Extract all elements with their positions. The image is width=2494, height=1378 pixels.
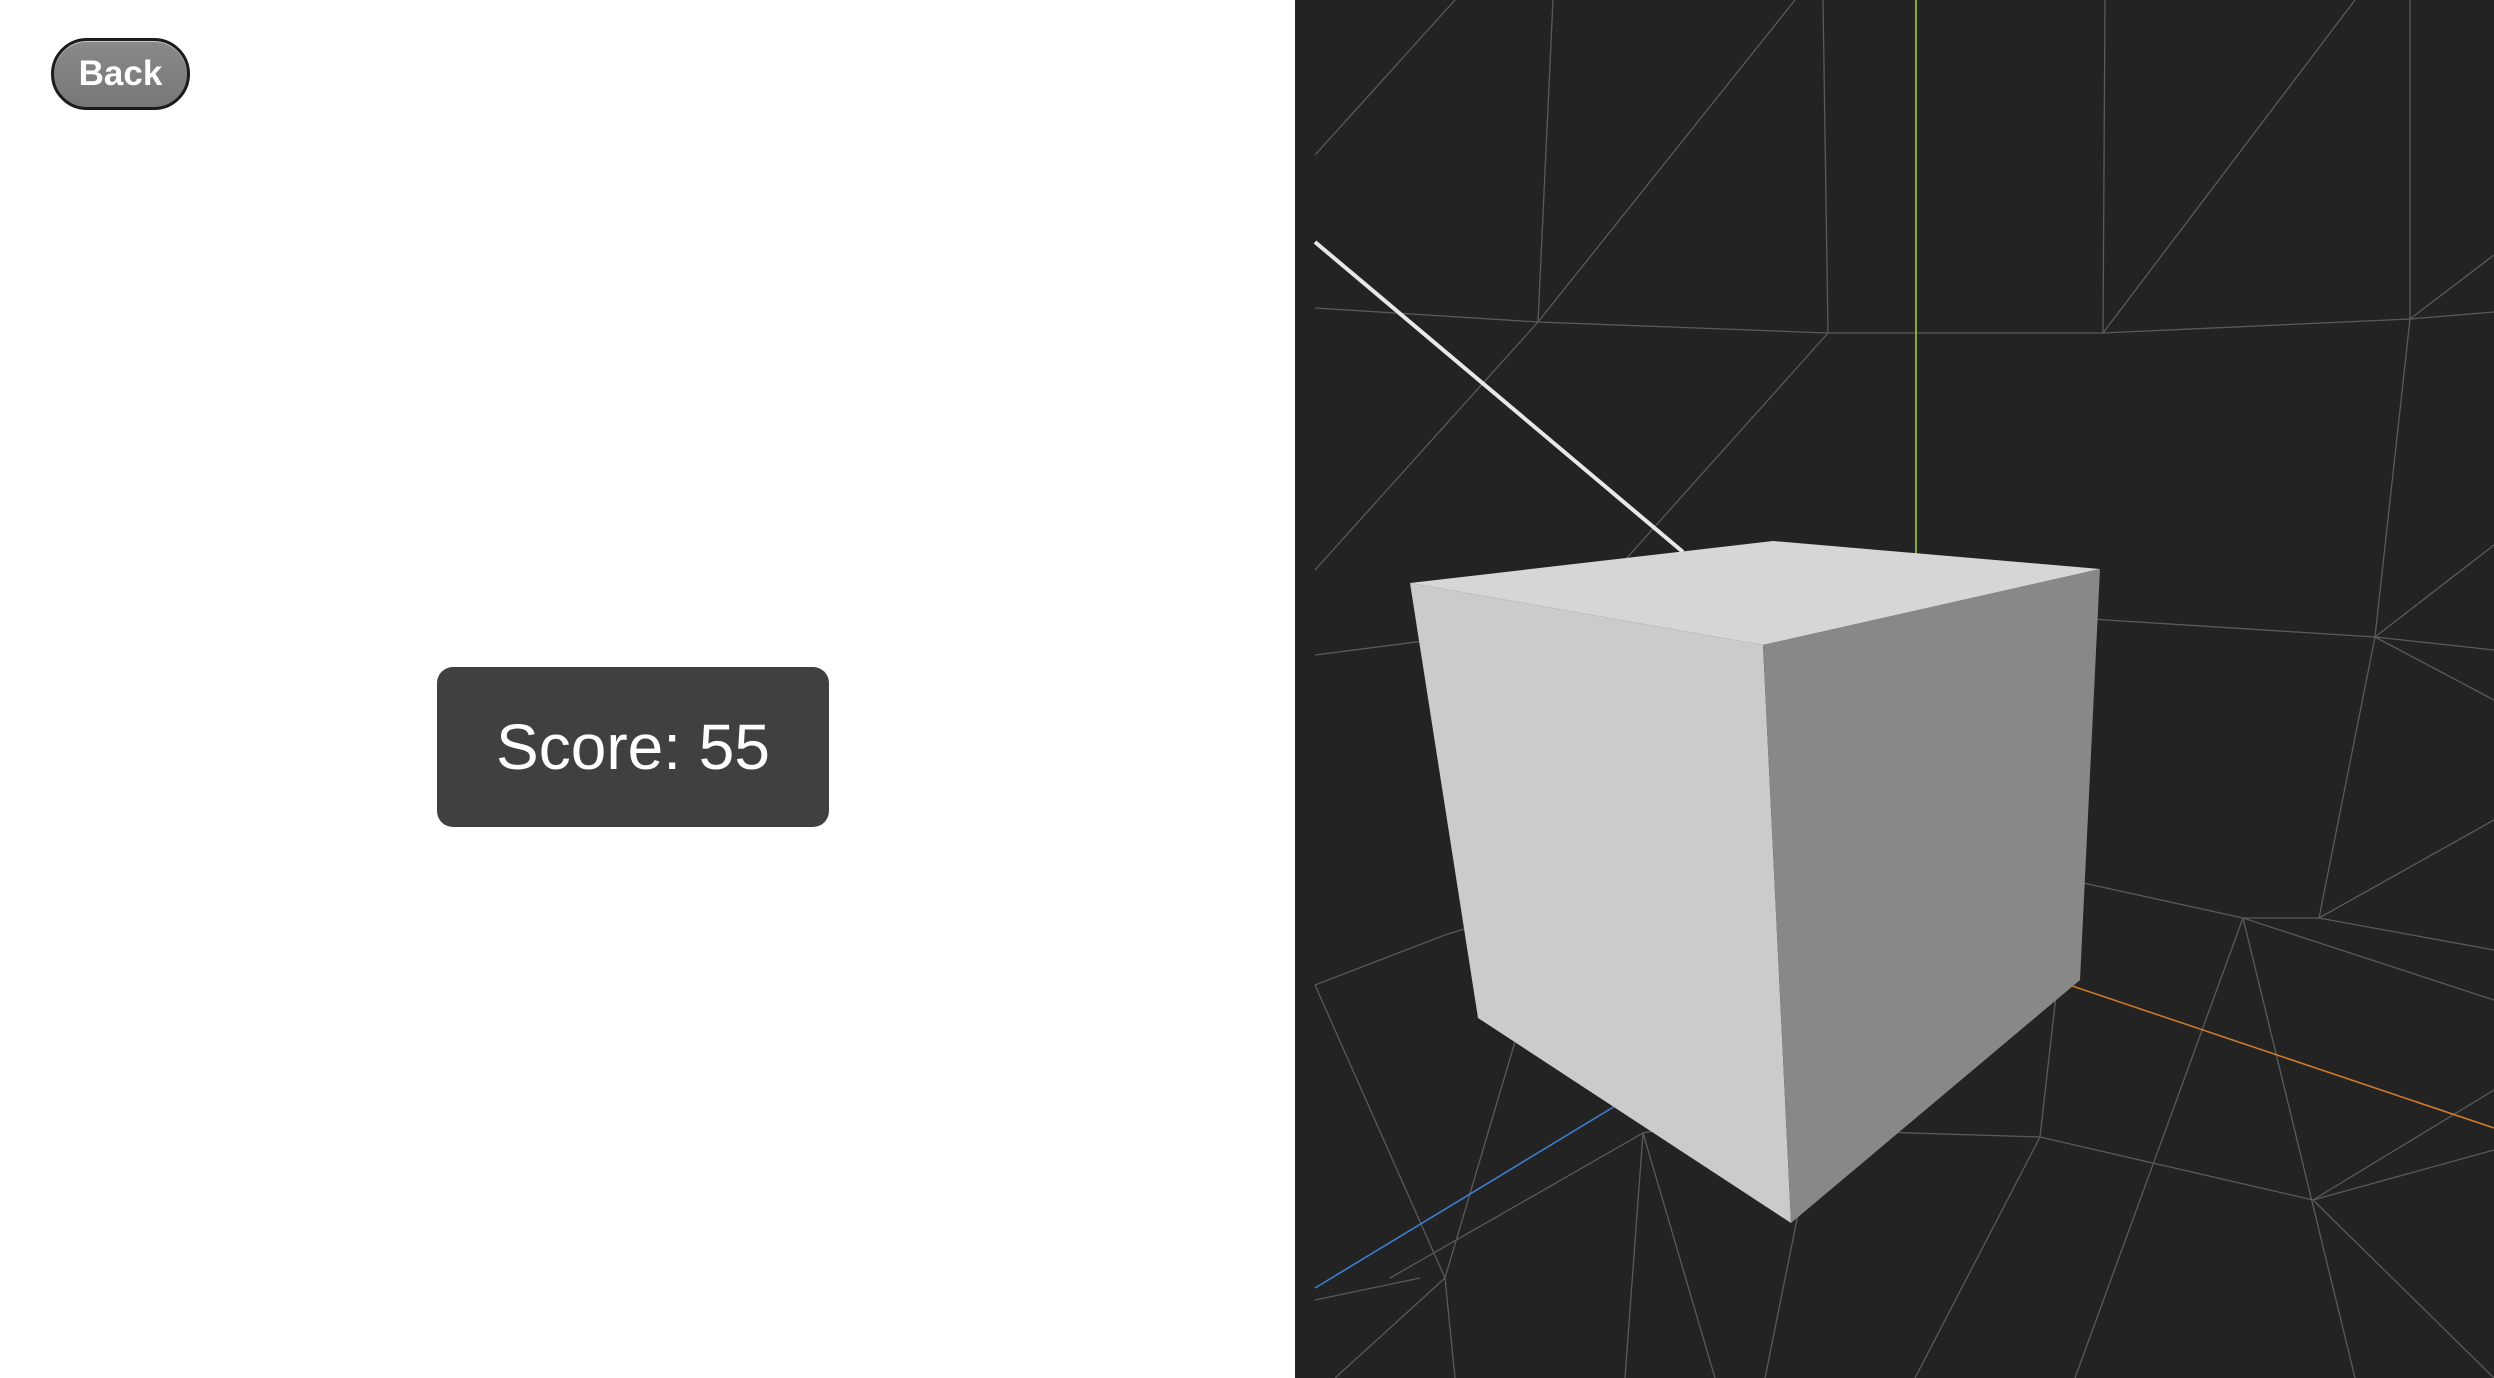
grid-line (1624, 332, 1829, 561)
grid-line (2374, 636, 2494, 701)
grid-line (1822, 0, 1829, 334)
score-text: Score: 55 (496, 711, 770, 783)
grid-line (2409, 254, 2494, 320)
grid-line (1314, 984, 1456, 1378)
grid-line (2312, 1199, 2494, 1378)
grid-line (1314, 0, 1456, 156)
direction-line (1313, 240, 1685, 554)
left-panel: Back Score: 55 (0, 0, 1295, 1378)
cube-front-face (1410, 583, 1791, 1223)
3d-viewport[interactable] (1295, 0, 2494, 1378)
grid-line (1624, 1132, 1644, 1378)
score-display: Score: 55 (437, 667, 829, 827)
grid-line (1314, 1277, 1421, 1301)
grid-line (1537, 0, 1554, 323)
z-axis-line (1314, 1099, 1626, 1289)
grid-line (2318, 917, 2494, 951)
grid-line (1314, 0, 1796, 571)
grid-line (2102, 0, 2106, 334)
grid-line (2102, 0, 2356, 334)
3d-scene[interactable] (1295, 0, 2494, 1378)
grid-line (2242, 917, 2356, 1378)
grid-line (1642, 1132, 1716, 1378)
cube[interactable] (1410, 541, 2100, 1223)
grid-line (2243, 318, 2411, 919)
back-button[interactable]: Back (51, 38, 190, 110)
grid-line (2374, 544, 2494, 638)
game-screen: Back Score: 55 (0, 0, 2494, 1378)
grid-line (2312, 1089, 2494, 1201)
grid-line (2074, 917, 2244, 1378)
grid-line (1914, 1136, 2041, 1378)
grid-line (1389, 1122, 2494, 1279)
grid-line (2014, 867, 2494, 1001)
grid-line (1314, 307, 2494, 334)
cube-side-face (1763, 569, 2100, 1223)
grid-line (2318, 819, 2494, 919)
